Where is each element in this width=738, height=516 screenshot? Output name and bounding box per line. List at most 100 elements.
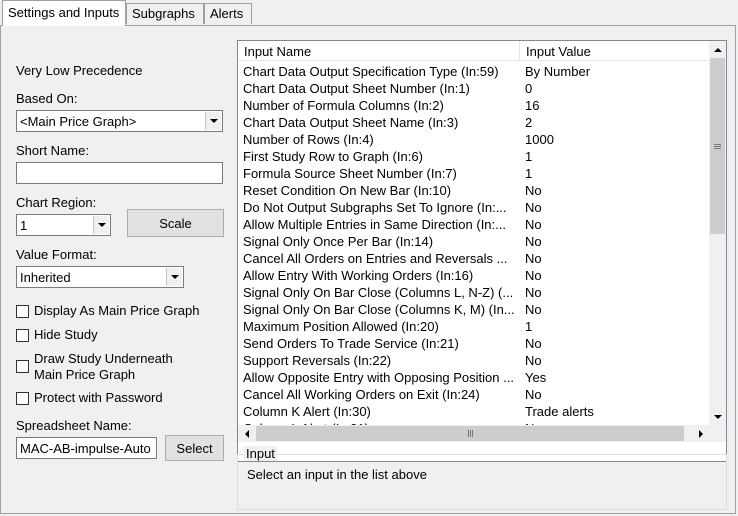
input-name-cell[interactable]: Cancel All Orders on Entries and Reversa…: [243, 251, 519, 266]
scroll-right-icon[interactable]: [692, 425, 709, 442]
input-value-cell[interactable]: Trade alerts: [525, 404, 594, 419]
grid-header: Input Name Input Value: [238, 41, 709, 61]
input-value-cell[interactable]: 16: [525, 98, 539, 113]
table-row[interactable]: Chart Data Output Sheet Number (In:1) 0: [238, 80, 709, 97]
input-value-cell[interactable]: 0: [525, 81, 532, 96]
based-on-value: <Main Price Graph>: [20, 114, 137, 129]
table-row[interactable]: Column K Alert (In:30) Trade alerts: [238, 403, 709, 420]
input-name-cell[interactable]: Number of Rows (In:4): [243, 132, 519, 147]
table-row[interactable]: Number of Formula Columns (In:2) 16: [238, 97, 709, 114]
vertical-scroll-thumb[interactable]: [710, 58, 725, 234]
scroll-down-icon[interactable]: [709, 408, 726, 425]
scale-button[interactable]: Scale: [127, 209, 224, 237]
chevron-down-icon[interactable]: [166, 268, 182, 286]
input-value-cell[interactable]: No: [525, 285, 542, 300]
input-value-cell[interactable]: No: [525, 353, 542, 368]
input-value-cell[interactable]: 1: [525, 319, 532, 334]
grid-rows: Chart Data Output Specification Type (In…: [238, 63, 709, 425]
table-row[interactable]: Chart Data Output Sheet Name (In:3) 2: [238, 114, 709, 131]
input-value-cell[interactable]: Yes: [525, 370, 546, 385]
table-row[interactable]: Chart Data Output Specification Type (In…: [238, 63, 709, 80]
table-row[interactable]: Allow Multiple Entries in Same Direction…: [238, 216, 709, 233]
value-format-value: Inherited: [20, 270, 71, 285]
input-value-cell[interactable]: By Number: [525, 64, 590, 79]
based-on-label: Based On:: [16, 91, 78, 106]
input-value-cell[interactable]: No: [525, 217, 542, 232]
table-row[interactable]: Allow Entry With Working Orders (In:16) N…: [238, 267, 709, 284]
table-row[interactable]: Support Reversals (In:22) No: [238, 352, 709, 369]
table-row[interactable]: Allow Opposite Entry with Opposing Posit…: [238, 369, 709, 386]
spreadsheet-name-value: MAC-AB-impulse-Auto: [20, 441, 151, 456]
horizontal-scrollbar[interactable]: [238, 425, 709, 442]
input-name-cell[interactable]: Reset Condition On New Bar (In:10): [243, 183, 519, 198]
chevron-down-icon[interactable]: [205, 112, 221, 130]
scroll-up-icon[interactable]: [709, 41, 726, 58]
scroll-left-icon[interactable]: [238, 425, 255, 442]
table-row[interactable]: Signal Only On Bar Close (Columns K, M) …: [238, 301, 709, 318]
vertical-scrollbar[interactable]: [709, 41, 726, 425]
input-name-cell[interactable]: Allow Entry With Working Orders (In:16): [243, 268, 519, 283]
input-name-cell[interactable]: Allow Multiple Entries in Same Direction…: [243, 217, 519, 232]
short-name-input[interactable]: [16, 162, 223, 184]
input-value-cell[interactable]: No: [525, 200, 542, 215]
inputs-grid[interactable]: Input Name Input Value Chart Data Output…: [237, 40, 727, 462]
table-row[interactable]: Formula Source Sheet Number (In:7) 1: [238, 165, 709, 182]
horizontal-scroll-thumb[interactable]: [256, 426, 684, 441]
table-row[interactable]: First Study Row to Graph (In:6) 1: [238, 148, 709, 165]
draw-underneath-checkbox[interactable]: [16, 360, 29, 373]
input-name-cell[interactable]: Do Not Output Subgraphs Set To Ignore (I…: [243, 200, 519, 215]
input-name-cell[interactable]: Formula Source Sheet Number (In:7): [243, 166, 519, 181]
input-name-cell[interactable]: Signal Only Once Per Bar (In:14): [243, 234, 519, 249]
input-name-cell[interactable]: Chart Data Output Specification Type (In…: [243, 64, 519, 79]
hide-study-checkbox[interactable]: [16, 329, 29, 342]
input-name-cell[interactable]: Signal Only On Bar Close (Columns L, N-Z…: [243, 285, 519, 300]
protect-password-checkbox[interactable]: [16, 392, 29, 405]
spreadsheet-name-input[interactable]: MAC-AB-impulse-Auto: [16, 437, 157, 459]
input-name-cell[interactable]: Maximum Position Allowed (In:20): [243, 319, 519, 334]
table-row[interactable]: Cancel All Working Orders on Exit (In:24…: [238, 386, 709, 403]
display-as-main-checkbox[interactable]: [16, 305, 29, 318]
input-groupbox: Input Select an input in the list above: [237, 446, 727, 510]
table-row[interactable]: Do Not Output Subgraphs Set To Ignore (I…: [238, 199, 709, 216]
based-on-select[interactable]: <Main Price Graph>: [16, 110, 223, 132]
chevron-down-icon[interactable]: [93, 216, 109, 234]
input-value-cell[interactable]: No: [525, 251, 542, 266]
input-name-cell[interactable]: Chart Data Output Sheet Number (In:1): [243, 81, 519, 96]
table-row[interactable]: Maximum Position Allowed (In:20) 1: [238, 318, 709, 335]
input-value-cell[interactable]: 1: [525, 166, 532, 181]
col-header-input-value[interactable]: Input Value: [520, 41, 709, 61]
input-name-cell[interactable]: Send Orders To Trade Service (In:21): [243, 336, 519, 351]
table-row[interactable]: Cancel All Orders on Entries and Reversa…: [238, 250, 709, 267]
table-row[interactable]: Send Orders To Trade Service (In:21) No: [238, 335, 709, 352]
input-name-cell[interactable]: First Study Row to Graph (In:6): [243, 149, 519, 164]
input-value-cell[interactable]: No: [525, 336, 542, 351]
tab-subgraphs[interactable]: Subgraphs: [126, 3, 204, 24]
chart-region-select[interactable]: 1: [16, 214, 111, 236]
input-value-cell[interactable]: 1: [525, 149, 532, 164]
input-name-cell[interactable]: Support Reversals (In:22): [243, 353, 519, 368]
table-row[interactable]: Signal Only On Bar Close (Columns L, N-Z…: [238, 284, 709, 301]
value-format-select[interactable]: Inherited: [16, 266, 184, 288]
input-value-cell[interactable]: No: [525, 302, 542, 317]
table-row[interactable]: Reset Condition On New Bar (In:10) No: [238, 182, 709, 199]
input-name-cell[interactable]: Chart Data Output Sheet Name (In:3): [243, 115, 519, 130]
input-name-cell[interactable]: Signal Only On Bar Close (Columns K, M) …: [243, 302, 519, 317]
input-value-cell[interactable]: No: [525, 234, 542, 249]
input-value-cell[interactable]: No: [525, 387, 542, 402]
input-value-cell[interactable]: No: [525, 268, 542, 283]
input-name-cell[interactable]: Column K Alert (In:30): [243, 404, 519, 419]
tab-settings-and-inputs[interactable]: Settings and Inputs: [2, 0, 126, 26]
tab-strip: Settings and Inputs Subgraphs Alerts: [0, 0, 738, 26]
input-name-cell[interactable]: Cancel All Working Orders on Exit (In:24…: [243, 387, 519, 402]
input-value-cell[interactable]: No: [525, 183, 542, 198]
draw-underneath-label-line2: Main Price Graph: [34, 367, 136, 382]
input-name-cell[interactable]: Allow Opposite Entry with Opposing Posit…: [243, 370, 519, 385]
table-row[interactable]: Number of Rows (In:4) 1000: [238, 131, 709, 148]
input-value-cell[interactable]: 1000: [525, 132, 554, 147]
tab-alerts[interactable]: Alerts: [204, 3, 252, 24]
select-button[interactable]: Select: [165, 435, 224, 461]
col-header-input-name[interactable]: Input Name: [238, 41, 519, 61]
input-name-cell[interactable]: Number of Formula Columns (In:2): [243, 98, 519, 113]
input-value-cell[interactable]: 2: [525, 115, 532, 130]
table-row[interactable]: Signal Only Once Per Bar (In:14) No: [238, 233, 709, 250]
